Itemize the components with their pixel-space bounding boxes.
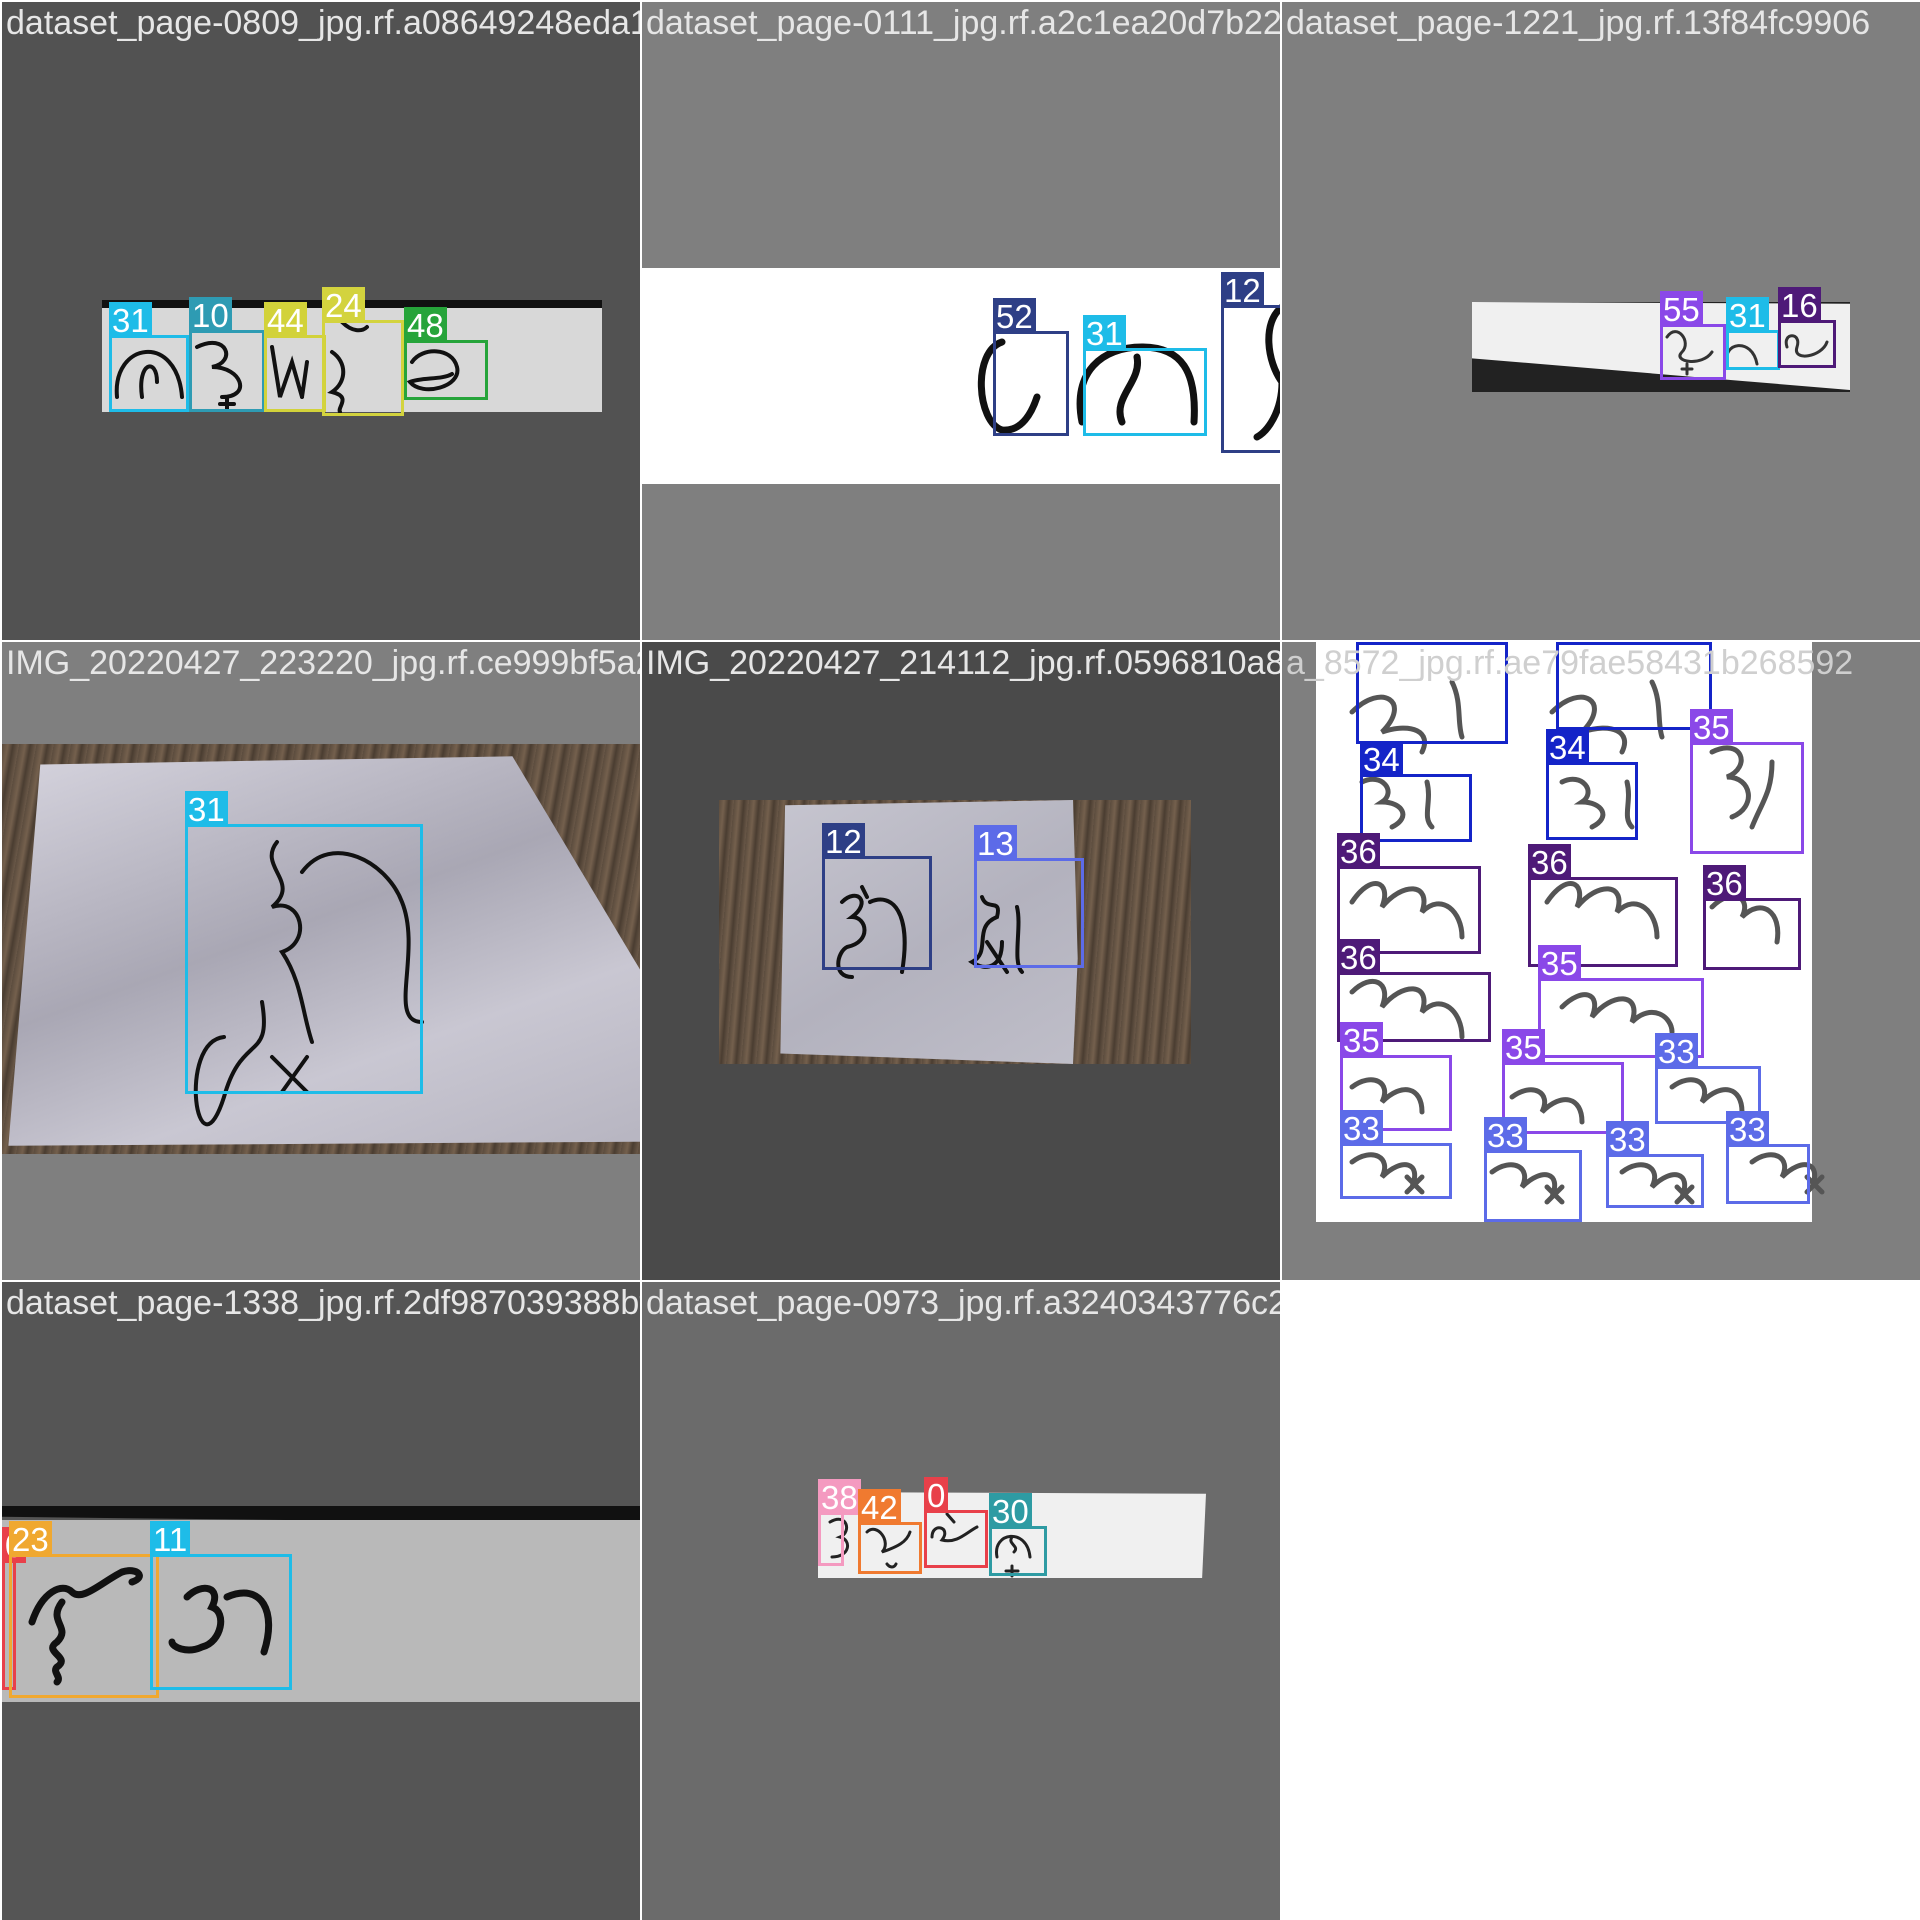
class-label: 38 (818, 1479, 861, 1515)
class-label: 36 (1337, 939, 1380, 975)
class-label: 10 (189, 297, 232, 333)
class-label: 31 (1083, 315, 1126, 351)
class-label: 48 (404, 307, 447, 343)
class-label: 23 (9, 1521, 52, 1557)
bounding-box: 55 (1660, 291, 1726, 380)
bounding-box: 12 (822, 823, 932, 970)
class-label: 31 (1726, 297, 1769, 333)
bounding-box: 36 (1703, 865, 1801, 970)
class-label: 55 (1660, 291, 1703, 327)
grid-tile-7: dataset_page-1338_jpg.rf.2df987039388bf7… (2, 1282, 640, 1920)
grid-tile-2: dataset_page-0111_jpg.rf.a2c1ea20d7b2225… (642, 2, 1280, 640)
class-label: 13 (974, 825, 1017, 861)
grid-tile-3: dataset_page-1221_jpg.rf.13f84fc9906 55 … (1282, 2, 1920, 640)
bounding-box: 31 (1726, 297, 1780, 370)
class-label: 33 (1726, 1111, 1769, 1147)
class-label: 33 (1340, 1110, 1383, 1146)
handwritten-glyphs (114, 320, 460, 414)
bounding-box: 48 (404, 307, 488, 400)
class-label: 30 (989, 1493, 1032, 1529)
tile-title: IMG_20220427_223220_jpg.rf.ce999bf5a201 (6, 644, 640, 682)
class-label: 35 (1502, 1029, 1545, 1065)
grid-tile-6: a_8572_jpg.rf.ae79fae58431b268592 34 34 … (1282, 642, 1920, 1280)
class-label: 31 (185, 791, 228, 827)
class-label: 12 (822, 823, 865, 859)
bounding-box: 0 (924, 1477, 988, 1568)
grid-tile-4: IMG_20220427_223220_jpg.rf.ce999bf5a201 … (2, 642, 640, 1280)
bounding-box: 35 (1690, 709, 1804, 854)
bounding-box: 23 (9, 1521, 159, 1698)
class-label: 36 (1703, 865, 1746, 901)
bounding-box: 33 (1484, 1117, 1582, 1222)
class-label: 35 (1690, 709, 1733, 745)
tile-title: dataset_page-1338_jpg.rf.2df987039388bf7… (6, 1284, 640, 1322)
bounding-box: 13 (974, 825, 1084, 968)
bounding-box: 44 (264, 302, 326, 412)
bounding-box: 34 (1360, 741, 1472, 842)
class-label: 34 (1360, 741, 1403, 777)
class-label: 16 (1778, 287, 1821, 323)
handwritten-glyphs (836, 885, 1024, 979)
grid-tile-9-empty (1282, 1282, 1920, 1920)
handwritten-glyphs (977, 304, 1280, 441)
class-label: 31 (109, 302, 152, 338)
tile-title: dataset_page-0973_jpg.rf.a3240343776c210… (646, 1284, 1280, 1322)
tile-title: dataset_page-0111_jpg.rf.a2c1ea20d7b2225… (646, 4, 1280, 42)
bounding-box: 52 (993, 298, 1069, 436)
tile-title: a_8572_jpg.rf.ae79fae58431b268592 (1286, 644, 1854, 682)
grid-tile-5: IMG_20220427_214112_jpg.rf.0596810a8f88 … (642, 642, 1280, 1280)
class-label: 52 (993, 298, 1036, 334)
bounding-box: 31 (185, 791, 423, 1094)
bounding-box: 16 (1778, 287, 1836, 368)
tile-title: dataset_page-0809_jpg.rf.a08649248eda11e… (6, 4, 640, 42)
bounding-box: 33 (1606, 1121, 1704, 1208)
class-label: 44 (264, 302, 307, 338)
bounding-box: 12 (1221, 272, 1280, 453)
bounding-box: 30 (989, 1493, 1047, 1576)
class-label: 11 (150, 1521, 191, 1557)
bounding-box: 42 (858, 1489, 922, 1574)
bounding-box: 24 (322, 287, 404, 416)
class-label: 12 (1221, 272, 1264, 308)
bounding-box: 31 (1083, 315, 1207, 436)
class-label: 42 (858, 1489, 901, 1525)
tile-title: dataset_page-1221_jpg.rf.13f84fc9906 (1286, 4, 1871, 42)
class-label: 36 (1528, 844, 1571, 880)
class-label: 0 (924, 1477, 949, 1513)
class-label: 33 (1484, 1117, 1527, 1153)
bounding-box: 31 (109, 302, 189, 412)
class-label: 36 (1337, 833, 1380, 869)
class-label: 33 (1606, 1121, 1649, 1157)
bounding-box: 11 (150, 1521, 292, 1690)
class-label: 33 (1655, 1033, 1698, 1069)
tile-title: IMG_20220427_214112_jpg.rf.0596810a8f88 (646, 644, 1280, 682)
class-label: 35 (1340, 1022, 1383, 1058)
bounding-box: 33 (1340, 1110, 1452, 1199)
class-label: 34 (1546, 729, 1589, 765)
grid-tile-1: dataset_page-0809_jpg.rf.a08649248eda11e… (2, 2, 640, 640)
handwritten-glyphs (828, 1512, 1032, 1578)
bounding-box: 10 (189, 297, 265, 412)
bounding-box: 38 (818, 1479, 861, 1566)
class-label: 35 (1538, 945, 1581, 981)
bounding-box: 34 (1546, 729, 1638, 840)
class-label: 24 (322, 287, 365, 323)
grid-tile-8: dataset_page-0973_jpg.rf.a3240343776c210… (642, 1282, 1280, 1920)
bounding-box: 33 (1726, 1111, 1810, 1204)
